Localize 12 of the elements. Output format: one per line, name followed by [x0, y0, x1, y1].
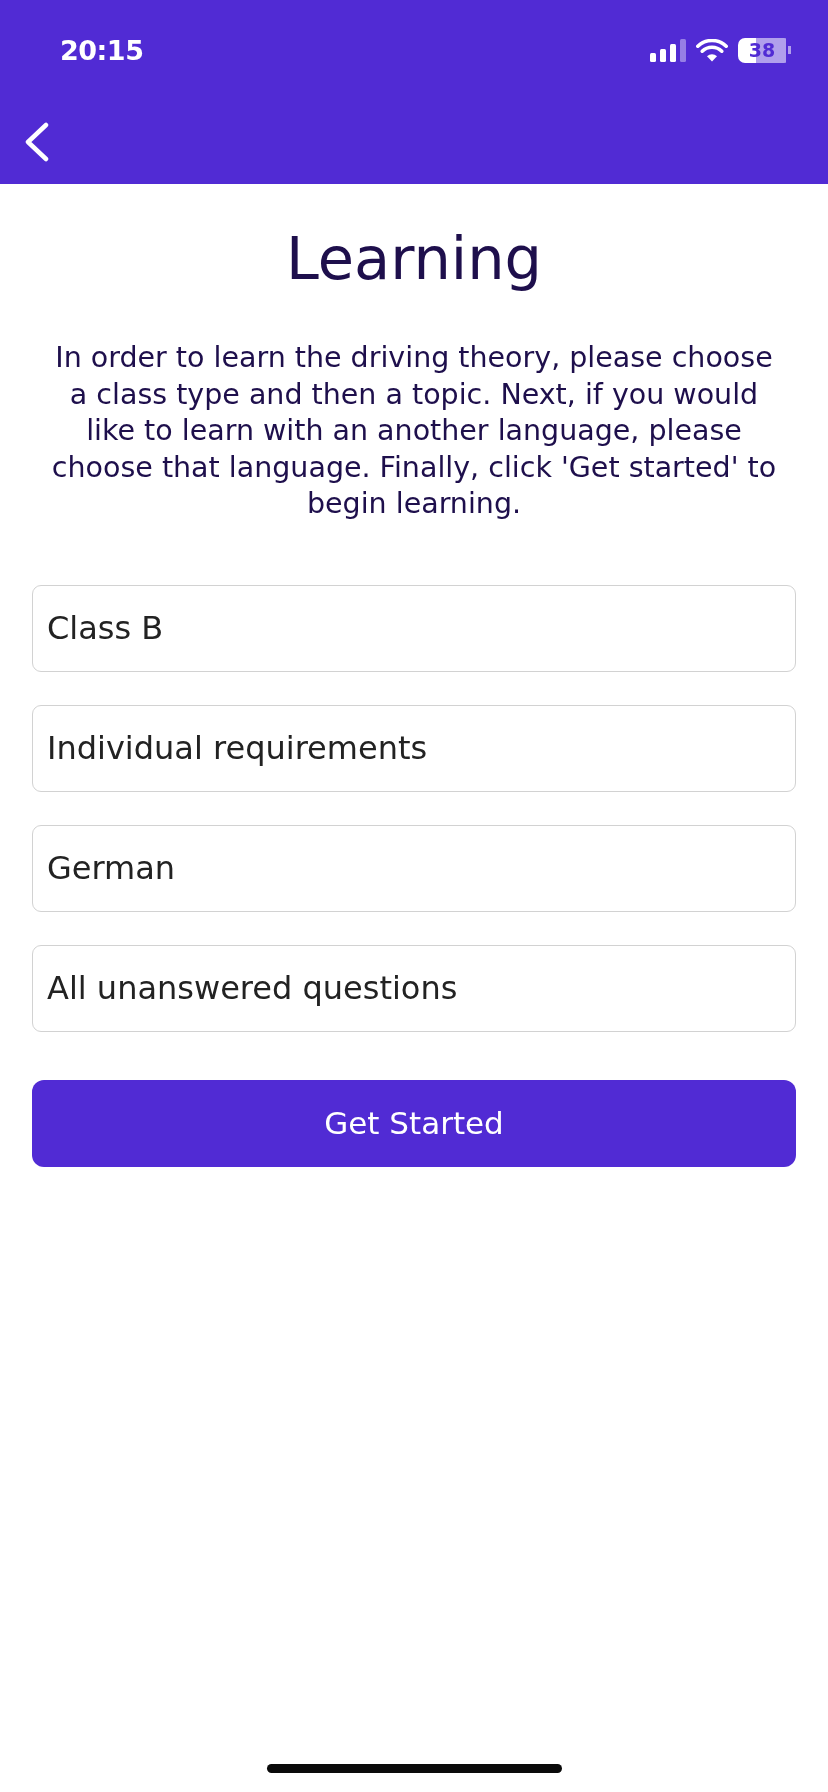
back-icon	[24, 122, 50, 162]
wifi-icon	[696, 38, 728, 62]
select-field[interactable]: German	[32, 824, 796, 912]
signal-icon	[650, 38, 686, 62]
select-field[interactable]: Class B	[32, 584, 796, 672]
select-field[interactable]: Individual requirements	[32, 704, 796, 792]
page-title: Learning	[285, 224, 543, 294]
status-time: 20:15	[60, 34, 144, 66]
intro-text: In order to learn the driving theory, please choose a class type and then a topic. Next, if you would like to learn with an another language, please choose that language. Finally, click 'Get started' to begin learning.	[50, 340, 778, 522]
select-field[interactable]: All unanswered questions	[32, 944, 796, 1032]
get-started-button[interactable]: Get Started	[32, 1079, 796, 1167]
back-button[interactable]	[24, 122, 50, 162]
